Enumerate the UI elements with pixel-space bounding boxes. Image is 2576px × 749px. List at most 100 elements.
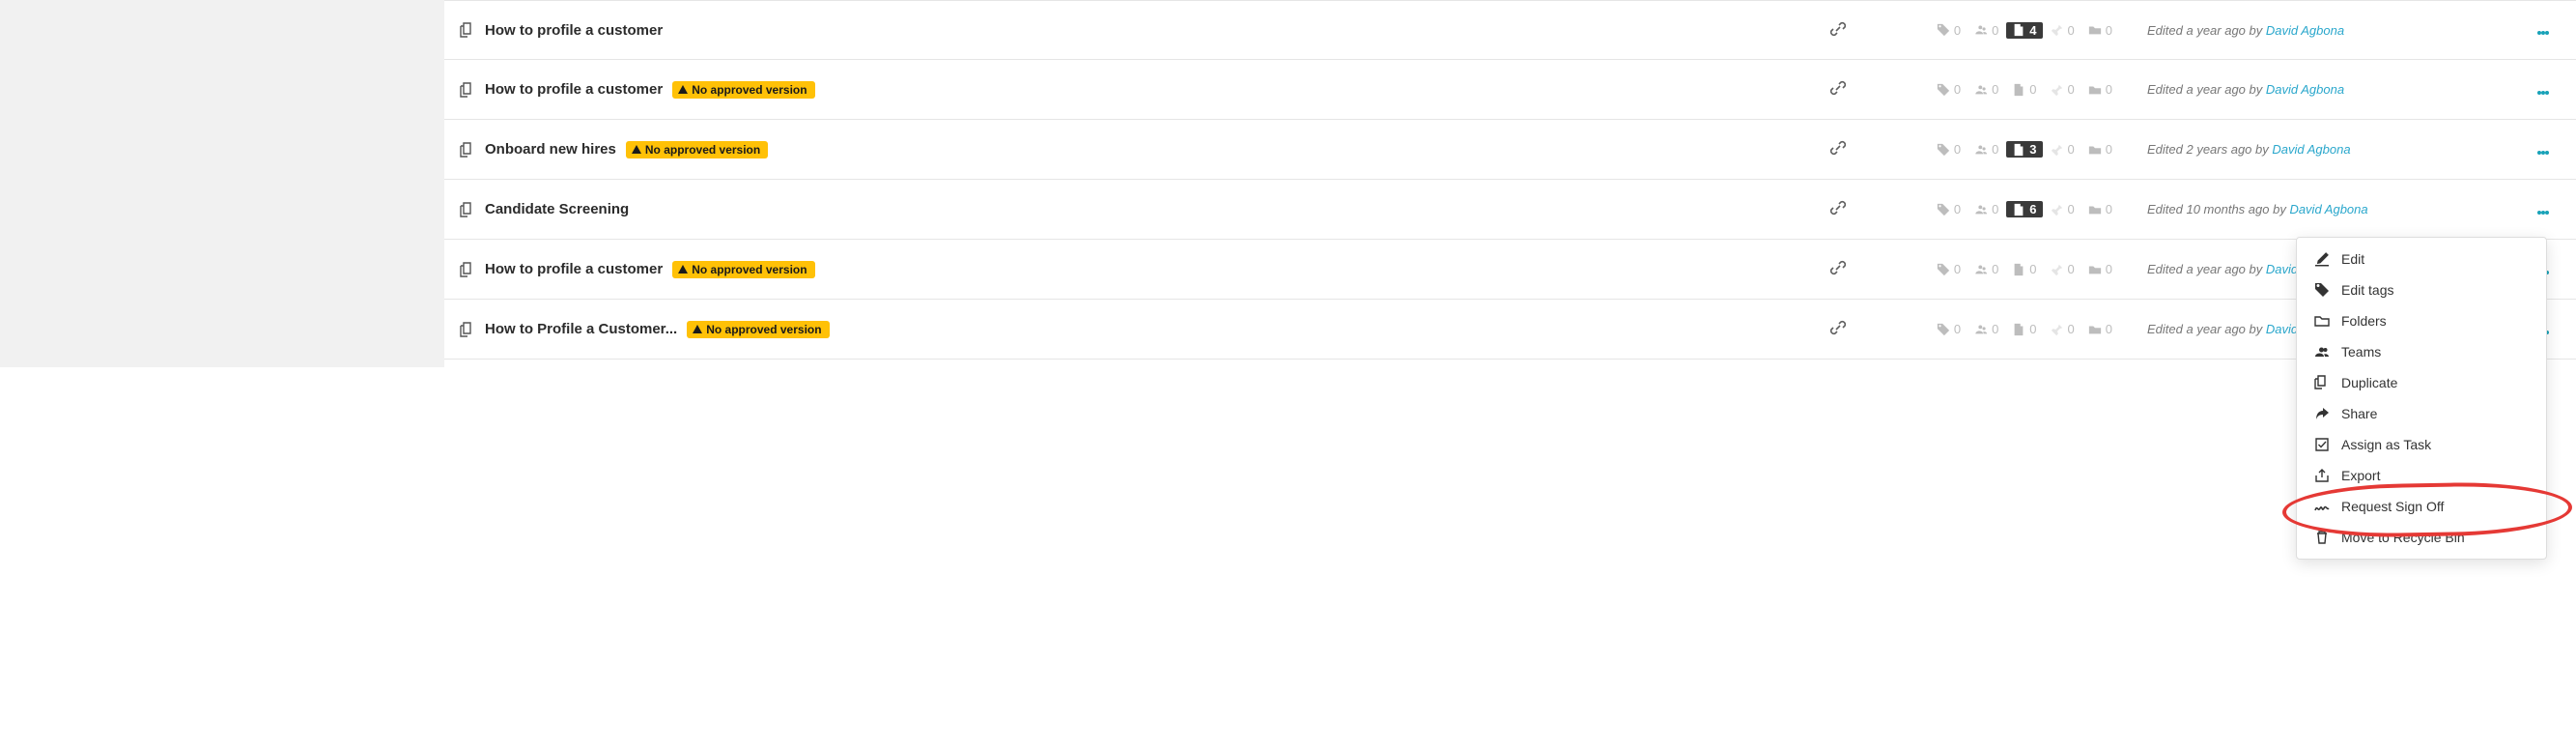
menu-duplicate[interactable]: Duplicate: [2297, 367, 2546, 398]
document-copy-icon: [458, 201, 475, 218]
left-gutter: [0, 0, 444, 367]
edited-meta: Edited a year ago by David Agbona: [2118, 23, 2524, 38]
menu-recycle[interactable]: Move to Recycle Bin: [2297, 522, 2546, 553]
document-list: How to profile a customer 0 0 4 0: [444, 0, 2576, 367]
stat-folders: 0: [2082, 142, 2118, 157]
menu-label: Folders: [2341, 313, 2387, 329]
tag-icon: [2314, 282, 2330, 298]
stat-docs: 0: [2006, 262, 2042, 276]
export-icon: [2314, 468, 2330, 483]
author-link[interactable]: David Agbona: [2266, 82, 2344, 97]
teams-icon: [2314, 344, 2330, 360]
link-icon[interactable]: [1809, 200, 1867, 218]
stat-tags: 0: [1931, 202, 1967, 216]
stat-folders: 0: [2082, 202, 2118, 216]
document-title: How to profile a customer: [485, 261, 663, 277]
stat-tags: 0: [1931, 23, 1967, 38]
menu-label: Duplicate: [2341, 375, 2397, 390]
menu-label: Edit tags: [2341, 282, 2393, 298]
menu-teams[interactable]: Teams: [2297, 336, 2546, 367]
stat-pins: 0: [2045, 142, 2081, 157]
edited-meta: Edited a year ago by David Agbona: [2118, 82, 2524, 97]
no-approved-version-badge: No approved version: [687, 321, 829, 338]
document-row[interactable]: How to profile a customer 0 0 4 0: [444, 0, 2576, 60]
menu-share[interactable]: Share: [2297, 398, 2546, 429]
author-link[interactable]: David Agbona: [2266, 23, 2344, 38]
menu-folders[interactable]: Folders: [2297, 305, 2546, 336]
stat-docs: 3: [2006, 141, 2042, 158]
duplicate-icon: [2314, 375, 2330, 390]
stat-users: 0: [1968, 23, 2004, 38]
stats-group: 0 0 0 0 0: [1867, 322, 2118, 336]
stat-folders: 0: [2082, 262, 2118, 276]
context-menu: Edit Edit tags Folders Teams Duplicate S…: [2296, 237, 2547, 560]
badge-text: No approved version: [645, 143, 760, 157]
document-copy-icon: [458, 261, 475, 278]
menu-edit-tags[interactable]: Edit tags: [2297, 274, 2546, 305]
stat-pins: 0: [2045, 202, 2081, 216]
trash-icon: [2314, 530, 2330, 545]
document-title: Candidate Screening: [485, 201, 629, 217]
stats-group: 0 0 6 0 0: [1867, 201, 2118, 217]
stat-users: 0: [1968, 82, 2004, 97]
stat-users: 0: [1968, 202, 2004, 216]
stats-group: 0 0 0 0 0: [1867, 82, 2118, 97]
author-link[interactable]: David Agbona: [2289, 202, 2367, 216]
badge-text: No approved version: [692, 263, 807, 276]
stat-docs: 6: [2006, 201, 2042, 217]
document-title: How to profile a customer: [485, 81, 663, 98]
stat-pins: 0: [2045, 23, 2081, 38]
document-copy-icon: [458, 321, 475, 338]
stat-pins: 0: [2045, 262, 2081, 276]
menu-export[interactable]: Export: [2297, 460, 2546, 491]
link-icon[interactable]: [1809, 140, 1867, 158]
menu-label: Teams: [2341, 344, 2381, 360]
stat-pins: 0: [2045, 322, 2081, 336]
no-approved-version-badge: No approved version: [626, 141, 768, 158]
badge-text: No approved version: [706, 323, 821, 336]
stats-group: 0 0 4 0 0: [1867, 22, 2118, 39]
document-title: Onboard new hires: [485, 141, 616, 158]
check-square-icon: [2314, 437, 2330, 452]
link-icon[interactable]: [1809, 21, 1867, 40]
document-row[interactable]: How to profile a customer No approved ve…: [444, 60, 2576, 120]
document-copy-icon: [458, 21, 475, 39]
menu-label: Request Sign Off: [2341, 499, 2444, 514]
edited-meta: Edited 10 months ago by David Agbona: [2118, 202, 2524, 216]
document-row[interactable]: How to Profile a Customer... No approved…: [444, 300, 2576, 360]
link-icon[interactable]: [1809, 320, 1867, 338]
warning-triangle-icon: [693, 325, 702, 333]
signature-icon: [2314, 499, 2330, 514]
author-link[interactable]: David Agbona: [2272, 142, 2350, 157]
stat-docs: 4: [2006, 22, 2042, 39]
stat-docs: 0: [2006, 322, 2042, 336]
menu-request-signoff[interactable]: Request Sign Off: [2297, 491, 2546, 522]
row-actions-kebab[interactable]: [2524, 80, 2562, 100]
row-actions-kebab[interactable]: [2524, 200, 2562, 219]
stat-folders: 0: [2082, 23, 2118, 38]
menu-label: Move to Recycle Bin: [2341, 530, 2465, 545]
folder-icon: [2314, 313, 2330, 329]
menu-label: Export: [2341, 468, 2380, 483]
menu-assign-task[interactable]: Assign as Task: [2297, 429, 2546, 460]
no-approved-version-badge: No approved version: [672, 81, 814, 99]
stat-tags: 0: [1931, 322, 1967, 336]
document-row[interactable]: How to profile a customer No approved ve…: [444, 240, 2576, 300]
row-actions-kebab[interactable]: [2524, 20, 2562, 40]
no-approved-version-badge: No approved version: [672, 261, 814, 278]
menu-label: Assign as Task: [2341, 437, 2431, 452]
stat-users: 0: [1968, 262, 2004, 276]
row-actions-kebab[interactable]: [2524, 140, 2562, 159]
link-icon[interactable]: [1809, 80, 1867, 99]
document-row[interactable]: Onboard new hires No approved version 0 …: [444, 120, 2576, 180]
stat-users: 0: [1968, 322, 2004, 336]
link-icon[interactable]: [1809, 260, 1867, 278]
warning-triangle-icon: [632, 145, 641, 154]
menu-edit[interactable]: Edit: [2297, 244, 2546, 274]
menu-label: Share: [2341, 406, 2377, 421]
badge-text: No approved version: [692, 83, 807, 97]
stats-group: 0 0 3 0 0: [1867, 141, 2118, 158]
warning-triangle-icon: [678, 85, 688, 94]
document-row[interactable]: Candidate Screening 0 0 6 0: [444, 180, 2576, 240]
edited-meta: Edited 2 years ago by David Agbona: [2118, 142, 2524, 157]
